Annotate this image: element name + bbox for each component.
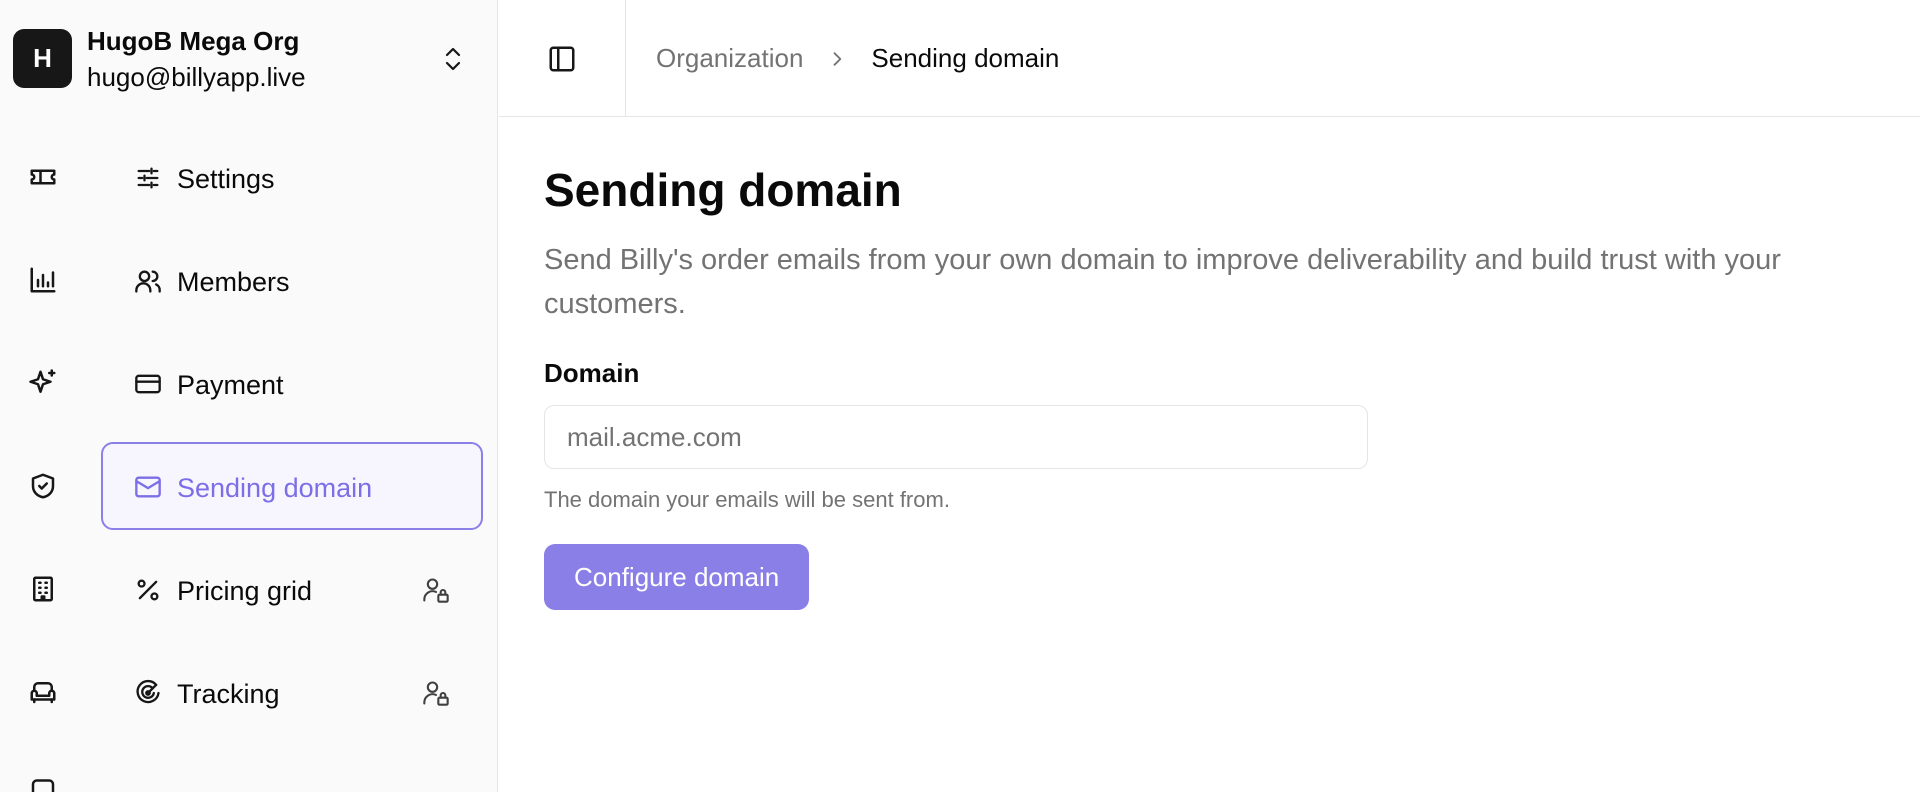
mail-icon bbox=[133, 472, 163, 502]
nav-item-tracking[interactable]: Tracking bbox=[101, 648, 483, 736]
org-name: HugoB Mega Org bbox=[87, 26, 300, 56]
bar-chart-icon[interactable] bbox=[28, 265, 58, 295]
nav-label: Members bbox=[177, 267, 290, 297]
breadcrumb-organization-link[interactable]: Organization bbox=[656, 43, 803, 74]
org-switcher[interactable]: H HugoB Mega Org hugo@billyapp.live bbox=[13, 24, 473, 94]
shield-check-icon[interactable] bbox=[28, 471, 58, 501]
sidebar-toggle-button[interactable] bbox=[499, 0, 626, 117]
nav-label: Pricing grid bbox=[177, 576, 313, 606]
sparkles-icon[interactable] bbox=[28, 368, 58, 398]
nav-item-payment[interactable]: Payment bbox=[101, 339, 483, 427]
top-bar: Organization Sending domain bbox=[499, 0, 1920, 117]
domain-input[interactable] bbox=[544, 405, 1368, 469]
percent-icon bbox=[133, 575, 163, 605]
sidebar: H HugoB Mega Org hugo@billyapp.live Sett… bbox=[0, 0, 498, 792]
nav-label: Sending domain bbox=[177, 473, 373, 503]
breadcrumb-current: Sending domain bbox=[871, 43, 1060, 73]
domain-field-help: The domain your emails will be sent from… bbox=[544, 487, 950, 512]
domain-field-label: Domain bbox=[544, 358, 640, 388]
nav-item-settings[interactable]: Settings bbox=[101, 133, 483, 221]
user-lock-icon bbox=[421, 678, 451, 708]
sofa-icon[interactable] bbox=[28, 677, 58, 707]
page-description: Send Billy's order emails from your own … bbox=[544, 244, 1781, 320]
nav-item-pricing-grid[interactable]: Pricing grid bbox=[101, 545, 483, 633]
radar-icon bbox=[133, 678, 163, 708]
partial-icon[interactable] bbox=[28, 778, 58, 792]
nav-item-members[interactable]: Members bbox=[101, 236, 483, 324]
ticket-icon[interactable] bbox=[28, 162, 58, 192]
nav-label: Settings bbox=[177, 164, 275, 194]
users-icon bbox=[133, 266, 163, 296]
page-title: Sending domain bbox=[544, 164, 902, 216]
nav-item-sending-domain[interactable]: Sending domain bbox=[101, 442, 483, 530]
user-lock-icon bbox=[421, 575, 451, 605]
org-avatar: H bbox=[13, 29, 72, 88]
building-icon[interactable] bbox=[28, 574, 58, 604]
credit-card-icon bbox=[133, 369, 163, 399]
chevrons-up-down-icon[interactable] bbox=[438, 44, 468, 74]
breadcrumb: Organization Sending domain bbox=[656, 0, 1059, 117]
sliders-icon bbox=[133, 163, 163, 193]
org-email: hugo@billyapp.live bbox=[87, 62, 306, 92]
configure-domain-button[interactable]: Configure domain bbox=[544, 544, 810, 610]
panel-left-icon bbox=[547, 44, 577, 74]
chevron-right-icon bbox=[827, 49, 847, 69]
nav-label: Tracking bbox=[177, 679, 280, 709]
main-content: Sending domain Send Billy's order emails… bbox=[544, 160, 1844, 610]
nav-label: Payment bbox=[177, 370, 284, 400]
